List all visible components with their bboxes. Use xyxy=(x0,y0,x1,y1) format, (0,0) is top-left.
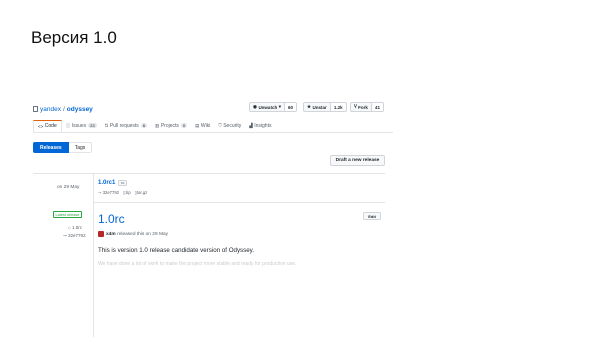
github-releases-screenshot: yandex / odyssey ◉ Unwatch ▾ 60 ★ Unstar… xyxy=(33,98,393,337)
repo-book-icon xyxy=(33,106,38,112)
graph-icon: ▟ xyxy=(249,122,253,128)
tab-issues-label: Issues xyxy=(71,122,87,129)
releases-tab-button[interactable]: Releases xyxy=(33,142,69,153)
release-tag-entry: 1.0rc1 ••• xyxy=(98,180,128,186)
slide-title: Версия 1.0 xyxy=(31,28,117,47)
fork-button[interactable]: Ⴤ Fork xyxy=(350,102,372,112)
fork-icon: Ⴤ xyxy=(354,104,357,109)
chevron-down-icon: ▾ xyxy=(278,104,281,109)
expand-dots-button[interactable]: ••• xyxy=(118,180,128,186)
repo-owner-link[interactable]: yandex xyxy=(40,106,61,113)
eye-icon: ◉ xyxy=(253,104,257,109)
commit-link[interactable]: ⊸ 32e7792 xyxy=(98,190,119,195)
code-icon: <> xyxy=(38,123,44,129)
fork-button-group: Ⴤ Fork 41 xyxy=(350,102,384,112)
tab-pull-requests-label: Pull requests xyxy=(109,122,139,129)
tab-security-label: Security xyxy=(223,122,242,129)
shield-icon: ⛉ xyxy=(218,123,222,128)
commit-sha: 32e7792 xyxy=(102,190,119,195)
book-icon: ▤ xyxy=(195,122,200,128)
tab-insights[interactable]: ▟ Insights xyxy=(245,120,275,131)
tab-security[interactable]: ⛉ Security xyxy=(214,120,245,131)
tab-projects-label: Projects xyxy=(160,122,179,129)
tab-pull-requests[interactable]: ⇅ Pull requests 6 xyxy=(101,120,151,131)
issues-count: 23 xyxy=(88,123,97,128)
unstar-button[interactable]: ★ Unstar xyxy=(303,102,331,112)
draft-new-release-button[interactable]: Draft a new release xyxy=(330,155,385,166)
commit-icon: ⊸ xyxy=(98,190,102,195)
edit-release-button[interactable]: Edit xyxy=(363,212,381,220)
author-link[interactable]: x4m xyxy=(106,232,116,237)
tab-insights-label: Insights xyxy=(254,122,272,129)
projects-count: 0 xyxy=(180,123,188,128)
release-date: on 29 May xyxy=(57,185,80,190)
release-description: This is version 1.0 release candidate ve… xyxy=(98,247,255,254)
divider xyxy=(33,173,385,174)
zip-download-link[interactable]: ▯zip xyxy=(123,190,131,195)
release-tag-link[interactable]: 1.0rc1 xyxy=(98,180,115,186)
fork-count[interactable]: 41 xyxy=(371,102,384,112)
targz-download-link[interactable]: ▯tar.gz xyxy=(135,190,148,195)
latest-release-badge: Latest release xyxy=(53,211,82,218)
tab-projects[interactable]: ▥ Projects 0 xyxy=(151,120,191,131)
side-tag-link[interactable]: ⌂ 1.0rc xyxy=(68,225,82,230)
release-assets: ⊸ 32e7792 ▯zip ▯tar.gz xyxy=(98,190,147,195)
star-button-group: ★ Unstar 1.2k xyxy=(303,102,347,112)
unwatch-button[interactable]: ◉ Unwatch ▾ xyxy=(249,102,285,112)
release-title-link[interactable]: 1.0rc xyxy=(98,212,125,226)
pull-request-icon: ⇅ xyxy=(104,122,109,128)
repo-separator: / xyxy=(62,105,65,113)
repo-tabs: <> Code ⓘ Issues 23 ⇅ Pull requests 6 ▥ … xyxy=(33,120,393,133)
project-icon: ▥ xyxy=(155,122,160,128)
release-description-faded: We have done a lot of work to make the p… xyxy=(98,261,297,267)
star-icon: ★ xyxy=(307,104,312,109)
divider xyxy=(93,202,385,203)
issue-icon: ⓘ xyxy=(65,122,71,128)
repo-header: yandex / odyssey xyxy=(33,103,93,115)
tab-code-label: Code xyxy=(44,123,57,130)
unwatch-label: Unwatch xyxy=(258,104,278,110)
avatar[interactable] xyxy=(98,231,104,237)
star-count[interactable]: 1.2k xyxy=(330,102,347,112)
commit-icon: ⊸ xyxy=(63,233,67,238)
side-tag-label: 1.0rc xyxy=(71,225,82,230)
release-author-line: x4m released this on 29 May xyxy=(98,231,168,237)
side-commit-link[interactable]: ⊸ 32e7792 xyxy=(63,233,86,239)
released-text: released this on 29 May xyxy=(117,231,169,237)
fork-label: Fork xyxy=(358,104,368,110)
pull-requests-count: 6 xyxy=(140,123,148,128)
watch-count[interactable]: 60 xyxy=(284,102,297,112)
side-commit-sha: 32e7792 xyxy=(68,233,86,238)
tab-wiki-label: Wiki xyxy=(200,122,211,129)
tag-icon: ⌂ xyxy=(68,225,71,230)
unstar-label: Unstar xyxy=(312,104,327,110)
tab-wiki[interactable]: ▤ Wiki xyxy=(191,120,214,131)
repo-name-link[interactable]: odyssey xyxy=(67,106,93,113)
tab-code[interactable]: <> Code xyxy=(33,120,62,132)
tags-tab-button[interactable]: Tags xyxy=(68,142,93,153)
tab-issues[interactable]: ⓘ Issues 23 xyxy=(62,120,101,131)
watch-button-group: ◉ Unwatch ▾ 60 xyxy=(249,102,297,112)
zip-label: zip xyxy=(125,190,131,195)
timeline-line xyxy=(93,173,94,337)
releases-subnav: Releases Tags xyxy=(33,142,93,153)
targz-label: tar.gz xyxy=(136,190,148,195)
